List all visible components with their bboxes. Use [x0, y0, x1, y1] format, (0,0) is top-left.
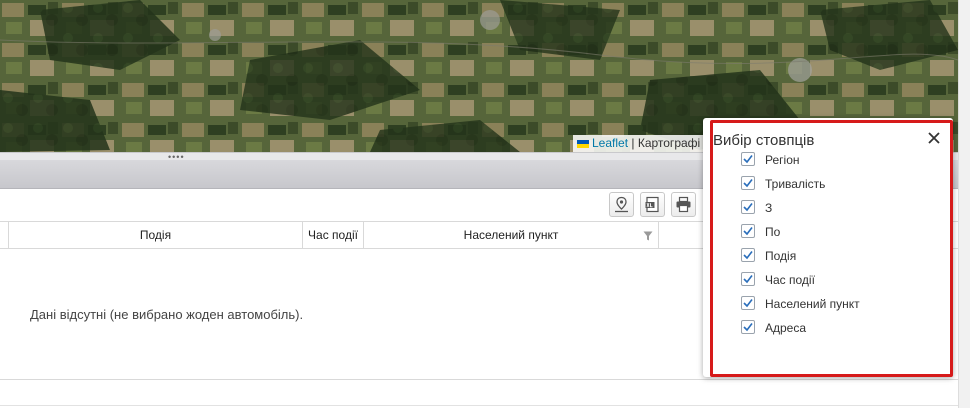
show-on-map-button[interactable]: [609, 192, 634, 217]
checkbox-checked[interactable]: [741, 200, 755, 214]
column-header-label: Населений пункт: [463, 228, 559, 242]
column-option-label: Час події: [765, 273, 815, 287]
print-button[interactable]: [671, 192, 696, 217]
column-chooser-title: Вибір стовпців: [713, 132, 815, 149]
leaflet-link[interactable]: Leaflet: [592, 136, 628, 150]
checkmark-icon: [743, 299, 753, 308]
checkbox-checked[interactable]: [741, 296, 755, 310]
attribution-text: | Картографі: [631, 136, 701, 150]
empty-table-message: Дані відсутні (не вибрано жоден автомобі…: [30, 307, 304, 322]
column-header-event[interactable]: Подія: [9, 222, 303, 248]
column-option-label: З: [765, 201, 773, 215]
column-option-label: Подія: [765, 249, 797, 263]
checkmark-icon: [743, 323, 753, 332]
column-option-label: Адреса: [765, 321, 807, 335]
excel-export-icon: [645, 196, 659, 213]
checkbox-checked[interactable]: [741, 320, 755, 334]
column-header-spacer: [0, 222, 9, 248]
checkmark-icon: [743, 251, 753, 260]
checkmark-icon: [743, 203, 753, 212]
filter-icon[interactable]: [643, 231, 653, 241]
column-header-event-time[interactable]: Час події: [303, 222, 364, 248]
column-option-label: По: [765, 225, 781, 239]
checkbox-checked[interactable]: [741, 248, 755, 262]
close-icon[interactable]: [926, 130, 942, 146]
checkbox-checked[interactable]: [741, 272, 755, 286]
checkmark-icon: [743, 227, 753, 236]
checkbox-checked[interactable]: [741, 224, 755, 238]
table-footer-divider: [0, 379, 958, 380]
checkbox-checked[interactable]: [741, 152, 755, 166]
ukraine-flag-icon: [577, 139, 589, 148]
print-icon: [676, 196, 691, 213]
bottom-divider: [0, 405, 958, 406]
map-attribution: Leaflet | Картографі: [573, 135, 709, 152]
column-option-label: Регіон: [765, 153, 800, 167]
column-header-settlement[interactable]: Населений пункт: [364, 222, 659, 248]
export-excel-button[interactable]: [640, 192, 665, 217]
page-scrollbar[interactable]: [958, 0, 970, 408]
column-chooser-popup: Вибір стовпців Регіон Тривалість З По По…: [703, 118, 953, 377]
column-option-label: Населений пункт: [765, 297, 860, 311]
checkbox-checked[interactable]: [741, 176, 755, 190]
checkmark-icon: [743, 155, 753, 164]
checkmark-icon: [743, 179, 753, 188]
checkmark-icon: [743, 275, 753, 284]
column-header-label: Подія: [139, 228, 172, 242]
column-header-label: Час події: [308, 228, 358, 242]
map-pin-icon: [615, 196, 628, 213]
column-option-label: Тривалість: [765, 177, 826, 191]
